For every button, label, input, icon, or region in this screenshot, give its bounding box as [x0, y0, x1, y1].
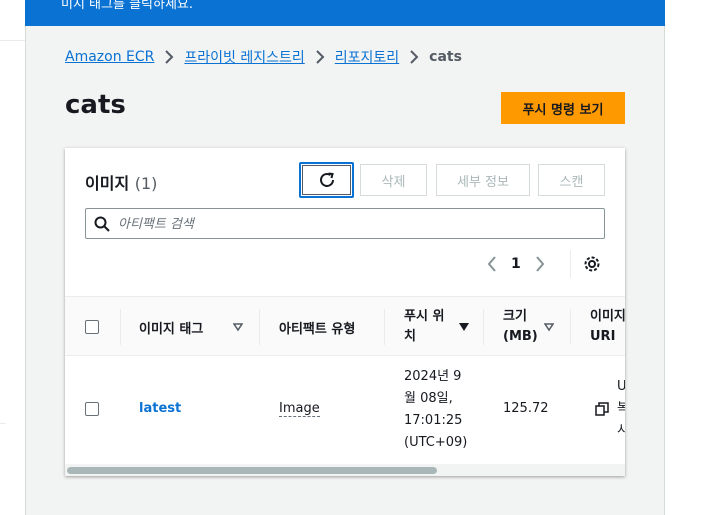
- select-all-checkbox[interactable]: [85, 320, 99, 334]
- column-header-image-uri[interactable]: 이미지 URI: [590, 297, 625, 357]
- table-row: latest Image 2024년 9 월 08일, 17:01:25 (UT…: [65, 356, 625, 464]
- column-header-label: 아티팩트 유형: [279, 321, 356, 337]
- image-uri-cell: U 복 시: [595, 376, 625, 442]
- breadcrumb-current: cats: [429, 49, 462, 65]
- scrollbar-thumb[interactable]: [67, 467, 437, 474]
- images-count: (1): [134, 174, 158, 193]
- column-header-label: 푸시 위치: [404, 309, 445, 344]
- details-button[interactable]: 세부 정보: [436, 164, 530, 196]
- artifact-search-input[interactable]: [118, 213, 588, 235]
- gear-icon[interactable]: [583, 255, 601, 273]
- column-divider: [570, 309, 571, 345]
- breadcrumb-link-private-registry[interactable]: 프라이빗 레지스트리: [184, 47, 304, 67]
- column-header-image-tag[interactable]: 이미지 태그: [139, 297, 249, 357]
- pagination-divider: [570, 250, 571, 278]
- breadcrumb-link-amazon-ecr[interactable]: Amazon ECR: [65, 49, 154, 65]
- sort-down-icon: [233, 323, 243, 332]
- horizontal-scrollbar[interactable]: [65, 464, 625, 476]
- images-title: 이미지: [85, 174, 130, 193]
- chevron-right-icon: [409, 47, 419, 67]
- artifact-type-cell[interactable]: Image: [279, 401, 320, 417]
- images-table-container: 이미지 (1) 삭제 세부 정보 스캔 1 이미지 태그 아티팩트 유형 푸시 …: [65, 148, 625, 476]
- column-divider: [259, 309, 260, 345]
- breadcrumb: Amazon ECR 프라이빗 레지스트리 리포지토리 cats: [65, 47, 462, 67]
- page-title: cats: [65, 90, 126, 120]
- chevron-right-icon[interactable]: [535, 256, 545, 272]
- refresh-icon: [319, 172, 334, 187]
- column-header-label: 이미지 URI: [590, 309, 625, 344]
- images-header: 이미지 (1): [85, 170, 157, 194]
- column-divider: [384, 309, 385, 345]
- chevron-right-icon: [315, 47, 325, 67]
- row-checkbox[interactable]: [85, 402, 99, 416]
- sort-down-filled-icon: [459, 323, 469, 331]
- column-header-size[interactable]: 크기 (MB): [503, 297, 563, 357]
- sort-down-icon: [544, 323, 554, 332]
- table-header: 이미지 태그 아티팩트 유형 푸시 위치 크기 (MB) 이미지 URI: [65, 296, 625, 356]
- search-icon: [94, 216, 110, 232]
- column-divider: [483, 309, 484, 345]
- chevron-right-icon: [164, 47, 174, 67]
- info-flash-banner: 미지 태그를 클릭하세요.: [25, 0, 665, 26]
- view-push-commands-button[interactable]: 푸시 명령 보기: [501, 92, 625, 124]
- image-tag-link[interactable]: latest: [139, 401, 181, 416]
- column-header-pushed-at[interactable]: 푸시 위치: [404, 297, 484, 357]
- column-header-artifact-type[interactable]: 아티팩트 유형: [279, 297, 389, 357]
- refresh-button[interactable]: [299, 162, 354, 198]
- column-header-label: 크기 (MB): [503, 309, 538, 344]
- nav-divider: [0, 423, 6, 424]
- delete-button[interactable]: 삭제: [360, 164, 427, 196]
- scan-button[interactable]: 스캔: [538, 164, 605, 196]
- column-header-label: 이미지 태그: [139, 321, 204, 337]
- pushed-at-cell: 2024년 9 월 08일, 17:01:25 (UTC+09): [404, 369, 468, 450]
- column-divider: [120, 309, 121, 345]
- pagination: 1: [487, 252, 545, 276]
- chevron-left-icon[interactable]: [487, 256, 497, 272]
- flash-message: 미지 태그를 클릭하세요.: [61, 0, 193, 12]
- artifact-search-field[interactable]: [85, 208, 605, 239]
- nav-divider: [0, 40, 25, 41]
- size-cell: 125.72: [503, 401, 549, 416]
- copy-icon[interactable]: [595, 402, 609, 416]
- left-navigation-edge: [0, 0, 25, 515]
- pagination-current-page[interactable]: 1: [511, 256, 521, 272]
- breadcrumb-link-repositories[interactable]: 리포지토리: [335, 47, 399, 67]
